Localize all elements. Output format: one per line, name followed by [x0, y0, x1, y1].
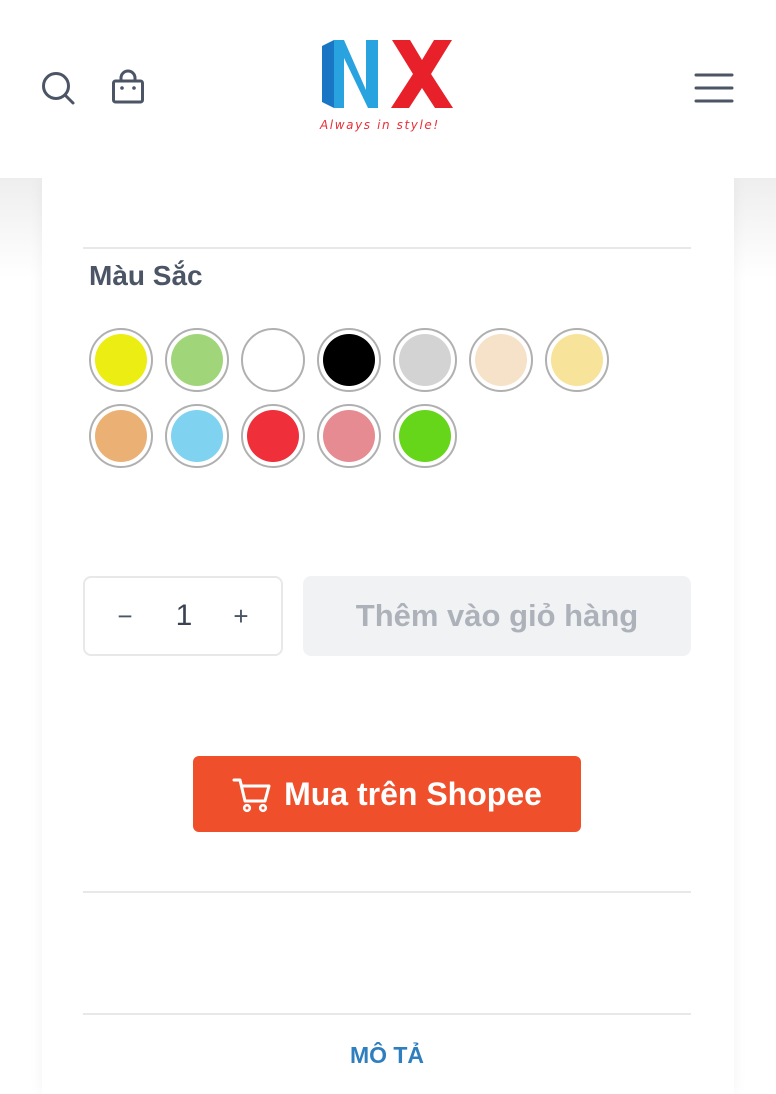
swatch-color-fill	[323, 410, 375, 462]
color-swatch-yellow[interactable]	[89, 328, 153, 392]
logo-mark	[322, 40, 453, 108]
color-swatch-light-green[interactable]	[165, 328, 229, 392]
color-swatch-red[interactable]	[241, 404, 305, 468]
swatch-color-fill	[95, 334, 147, 386]
divider	[83, 247, 691, 249]
color-swatch-white[interactable]	[241, 328, 305, 392]
quantity-stepper[interactable]: − 1 +	[83, 576, 283, 656]
swatch-color-fill	[399, 334, 451, 386]
swatch-color-fill	[475, 334, 527, 386]
color-label: Màu Sắc	[89, 260, 203, 291]
buy-on-shopee-button[interactable]: Mua trên Shopee	[193, 756, 581, 832]
quantity-decrement-button[interactable]: −	[95, 578, 155, 654]
divider	[83, 891, 691, 893]
hamburger-menu-icon[interactable]	[692, 68, 736, 108]
swatch-color-fill	[95, 410, 147, 462]
swatch-color-fill	[551, 334, 603, 386]
color-swatch-sky-blue[interactable]	[165, 404, 229, 468]
swatch-color-fill	[399, 410, 451, 462]
shopping-bag-icon[interactable]	[108, 68, 148, 108]
swatch-color-fill	[247, 334, 299, 386]
color-swatch-light-yellow[interactable]	[545, 328, 609, 392]
color-swatch-peach[interactable]	[89, 404, 153, 468]
divider	[83, 1013, 691, 1015]
color-swatch-pink[interactable]	[317, 404, 381, 468]
quantity-value[interactable]: 1	[155, 578, 213, 654]
add-to-cart-button[interactable]: Thêm vào giỏ hàng	[303, 576, 691, 656]
swatch-color-fill	[171, 410, 223, 462]
quantity-increment-button[interactable]: +	[211, 578, 271, 654]
shopping-cart-icon	[232, 778, 271, 813]
color-swatch-beige[interactable]	[469, 328, 533, 392]
color-swatch-light-gray[interactable]	[393, 328, 457, 392]
color-swatch-green[interactable]	[393, 404, 457, 468]
swatch-color-fill	[171, 334, 223, 386]
shopee-button-label: Mua trên Shopee	[284, 775, 542, 812]
logo[interactable]: Always in style!	[316, 36, 460, 138]
site-header: Always in style!	[0, 0, 776, 178]
tab-description[interactable]: MÔ TẢ	[83, 1042, 691, 1069]
swatch-color-fill	[247, 410, 299, 462]
logo-tagline: Always in style!	[320, 118, 440, 132]
swatch-color-fill	[323, 334, 375, 386]
search-icon[interactable]	[38, 68, 78, 108]
color-swatch-black[interactable]	[317, 328, 381, 392]
